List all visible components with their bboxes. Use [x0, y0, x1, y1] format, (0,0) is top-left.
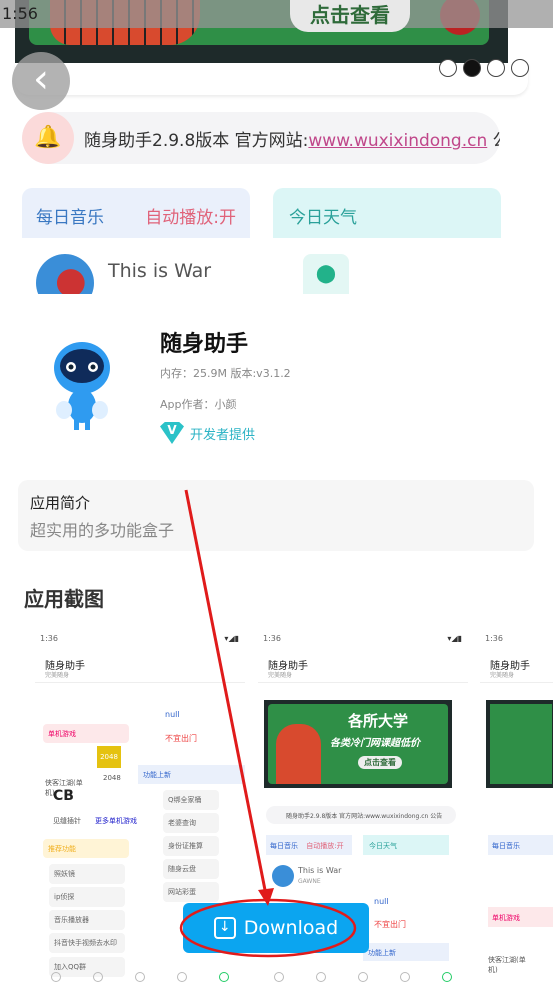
screenshot-3[interactable]: 1:36 随身助手 完美随身 每日音乐 单机游戏 侠客江湖(单机)	[480, 630, 553, 984]
screenshots-heading: 应用截图	[24, 587, 104, 611]
status-bar: 1:56	[0, 0, 553, 28]
indicator-dot[interactable]	[511, 59, 529, 77]
shot-game: 见缝插针	[53, 817, 81, 825]
shot-status-time: 1:36	[40, 634, 58, 643]
shot-autoplay: 自动播放:开	[306, 842, 344, 850]
shot-new-header: 功能上新	[363, 943, 449, 961]
daily-music-card[interactable]: 每日音乐 自动播放:开	[22, 188, 250, 238]
banner-view-button[interactable]: 点击查看	[290, 0, 410, 32]
shot-banner-title: 各所大学	[348, 712, 409, 730]
shot-music-title: 每日音乐	[270, 842, 298, 850]
shot-new-item: 身份证推算	[163, 836, 219, 856]
notice-text: 随身助手2.9.8版本 官方网站:	[84, 131, 309, 151]
shot-app-subtitle: 完美随身	[490, 672, 515, 679]
divider	[0, 294, 553, 304]
chevron-left-icon: ‹	[33, 56, 49, 102]
shot-music-title: 每日音乐	[488, 835, 553, 855]
website-link[interactable]: www.wuxixindong.cn	[308, 131, 487, 151]
song-title: This is War	[108, 260, 212, 282]
app-name: 随身助手	[160, 332, 249, 357]
shot-recommend-header: 推荐功能	[43, 839, 129, 858]
developer-badge: V 开发者提供	[160, 422, 255, 444]
shot-status-time: 1:36	[263, 634, 281, 643]
music-card-title: 每日音乐	[36, 208, 104, 228]
shot-weather: 不宜出门	[374, 920, 406, 929]
shot-banner-button: 点击查看	[358, 756, 402, 769]
shot-new-item: 老婆查询	[163, 813, 219, 833]
download-label: Download	[243, 917, 339, 939]
weather-card[interactable]: 今日天气	[273, 188, 501, 238]
shot-weather: null	[165, 710, 180, 719]
shot-notice: 随身助手2.9.8版本 官方网站:www.wuxixindong.cn 公告	[266, 806, 456, 824]
divider	[480, 682, 553, 683]
intro-heading: 应用简介	[30, 494, 91, 512]
shot-weather: 不宜出门	[165, 734, 197, 743]
shot-tab-bar	[258, 972, 468, 984]
back-button[interactable]: ‹	[12, 52, 70, 110]
signal-icon: ▾◢▮	[224, 634, 239, 643]
shot-banner: 各所大学 各类冷门网课超低价 点击查看	[264, 700, 452, 788]
shot-game: 侠客江湖(单机)	[488, 956, 526, 974]
shot-game: 更多单机游戏	[95, 817, 137, 825]
divider	[35, 682, 245, 683]
shot-feature: 音乐播放器	[49, 910, 125, 930]
verified-icon: V	[160, 422, 184, 444]
shot-app-subtitle: 完美随身	[268, 672, 293, 679]
shot-weather-title: 今日天气	[363, 835, 449, 855]
app-meta: 内存：25.9M 版本:v3.1.2	[160, 367, 291, 380]
bell-icon: 🔔	[22, 112, 74, 164]
notice-suffix: 公告	[493, 131, 500, 151]
album-cover	[36, 254, 94, 296]
shot-app-subtitle: 完美随身	[45, 672, 70, 679]
shot-feature: 抖音快手视频去水印	[49, 933, 125, 953]
banner-page-indicator	[439, 59, 529, 77]
shot-game: 2048	[103, 774, 121, 782]
notice-bar[interactable]: 🔔 随身助手2.9.8版本 官方网站:www.wuxixindong.cn 公告	[22, 112, 500, 164]
weather-card-title: 今日天气	[289, 208, 357, 228]
shot-games-header: 单机游戏	[488, 907, 553, 927]
location-icon: ⬤	[303, 254, 349, 296]
shot-new-item: Q绑全家桶	[163, 790, 219, 810]
shot-feature: ip侦探	[49, 887, 125, 907]
download-button[interactable]: ↓ Download	[183, 903, 369, 953]
app-icon	[54, 342, 110, 430]
shot-tab-bar	[35, 972, 245, 984]
intro-description: 超实用的多功能盒子	[30, 521, 175, 540]
divider	[258, 682, 468, 683]
shot-status-time: 1:36	[485, 634, 503, 643]
shot-new-item: 网站彩蛋	[163, 882, 219, 902]
shot-music-card: 每日音乐 自动播放:开	[266, 835, 352, 855]
app-author: App作者：小颜	[160, 398, 237, 411]
status-time: 1:56	[2, 4, 38, 23]
shot-weather: null	[374, 897, 389, 906]
app-intro: 应用简介 超实用的多功能盒子	[18, 480, 534, 551]
shot-new-item: 随身云盘	[163, 859, 219, 879]
shot-feature: 照妖镜	[49, 864, 125, 884]
download-icon: ↓	[213, 917, 236, 939]
shot-banner-sub: 各类冷门网课超低价	[330, 738, 420, 749]
shot-artist: GAWNE	[298, 878, 321, 885]
signal-icon: ▾◢▮	[447, 634, 462, 643]
autoplay-toggle[interactable]: 自动播放:开	[145, 203, 236, 228]
indicator-dot-active[interactable]	[463, 59, 481, 77]
developer-badge-label: 开发者提供	[190, 427, 256, 443]
indicator-dot[interactable]	[439, 59, 457, 77]
song-item[interactable]: This is War	[36, 254, 256, 296]
indicator-dot[interactable]	[487, 59, 505, 77]
shot-games-header: 单机游戏	[43, 724, 129, 743]
shot-new-header: 功能上新	[138, 765, 245, 784]
shot-song: This is War	[298, 866, 342, 875]
